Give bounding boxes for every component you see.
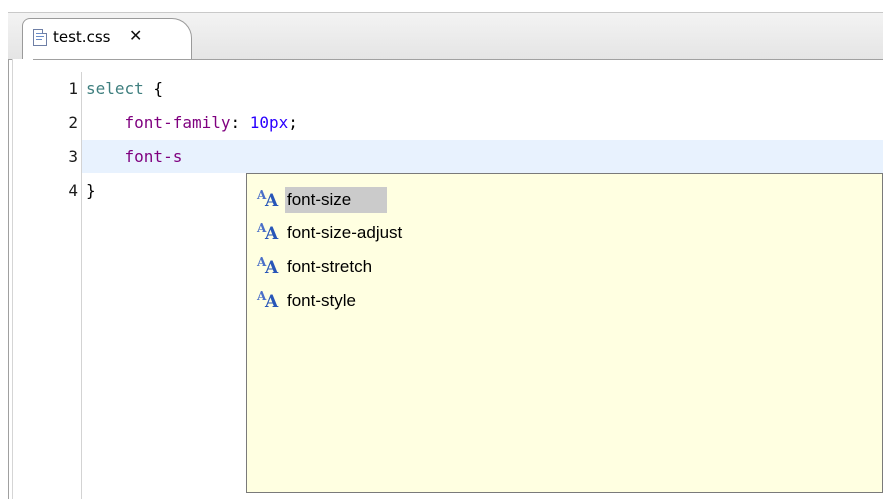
tab-label: test.css — [53, 28, 111, 46]
css-property: font-family — [124, 113, 231, 132]
content-assist-popup[interactable]: AA font-size AA font-size-adjust AA font… — [246, 173, 883, 493]
css-property-partial: font-s — [124, 147, 183, 166]
code-line-2[interactable]: font-family: 10px; — [86, 113, 298, 133]
css-property-aa-icon: AA — [257, 255, 279, 278]
assist-item-label: font-style — [287, 291, 356, 310]
assist-item-font-size-adjust[interactable]: AA font-size-adjust — [255, 218, 406, 248]
assist-item-label: font-stretch — [287, 257, 373, 276]
tab-test-css[interactable]: test.css ✕ — [22, 18, 192, 60]
css-editor-window: test.css ✕ 1 2 3 4 select { font-family:… — [0, 0, 883, 499]
css-property-aa-icon: AA — [257, 188, 279, 211]
vertical-ruler — [12, 59, 33, 499]
assist-item-font-style[interactable]: AA font-style — [255, 286, 360, 316]
css-file-icon — [33, 29, 47, 46]
css-property-aa-icon: AA — [257, 289, 279, 312]
assist-item-label: font-size-adjust — [287, 223, 403, 242]
css-value: 10px — [249, 113, 289, 132]
css-property-aa-icon: AA — [257, 221, 279, 244]
line-number-1: 1 — [68, 79, 78, 98]
assist-item-font-size[interactable]: AA font-size — [255, 185, 388, 215]
close-icon[interactable]: ✕ — [129, 26, 142, 46]
code-line-4[interactable]: } — [86, 181, 96, 201]
current-line-highlight — [82, 140, 883, 173]
line-number-3: 3 — [68, 147, 78, 166]
line-number-2: 2 — [68, 113, 78, 132]
semicolon: ; — [288, 113, 298, 132]
line-number-ruler-divider — [81, 72, 82, 499]
close-brace: } — [86, 181, 96, 200]
open-brace: { — [143, 79, 164, 98]
colon: : — [230, 113, 250, 132]
assist-item-label: font-size — [285, 187, 388, 213]
assist-item-font-stretch[interactable]: AA font-stretch — [255, 252, 376, 282]
code-line-3[interactable]: font-s — [86, 147, 183, 167]
line-number-4: 4 — [68, 181, 78, 200]
code-line-1[interactable]: select { — [86, 79, 163, 99]
css-selector: select — [86, 79, 144, 98]
